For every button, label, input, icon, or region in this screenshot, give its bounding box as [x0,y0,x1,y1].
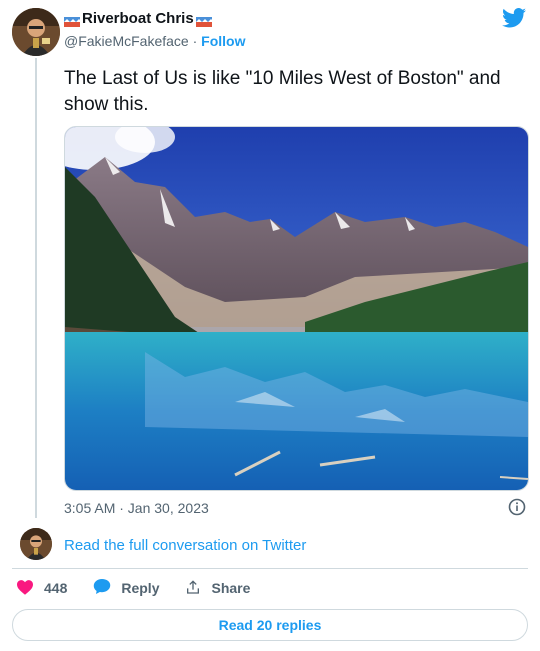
author-name[interactable]: Riverboat Chris [82,10,194,27]
heart-icon [16,579,34,598]
tweet-timestamp[interactable]: 3:05 AM · Jan 30, 2023 [64,500,209,516]
share-button[interactable]: Share [185,579,250,598]
flag-icon [64,14,80,27]
thread-line [35,58,37,518]
like-count: 448 [44,580,68,596]
small-avatar[interactable] [20,528,52,560]
action-bar: 448 Reply Share [16,578,276,598]
like-button[interactable]: 448 [16,579,67,598]
tweet-photo[interactable] [64,126,529,491]
follow-button[interactable]: Follow [201,33,245,49]
author-avatar[interactable] [12,8,60,56]
share-icon [185,579,201,598]
flag-icon [195,14,212,27]
author-handle-row: @FakieMcFakeface · Follow [64,33,245,49]
info-icon[interactable] [508,498,526,521]
divider [12,568,528,569]
reply-label: Reply [121,580,160,596]
twitter-bird-icon[interactable] [502,8,526,33]
separator-dot: · [192,33,198,49]
share-label: Share [211,580,251,596]
speech-bubble-icon [93,578,111,598]
read-replies-button[interactable]: Read 20 replies [12,609,528,641]
read-full-conversation-link[interactable]: Read the full conversation on Twitter [64,537,306,554]
tweet-text: The Last of Us is like "10 Miles West of… [64,68,501,115]
reply-button[interactable]: Reply [93,578,159,598]
author-handle[interactable]: @FakieMcFakeface [64,33,189,49]
author-name-row[interactable]: Riverboat Chris [64,10,212,27]
